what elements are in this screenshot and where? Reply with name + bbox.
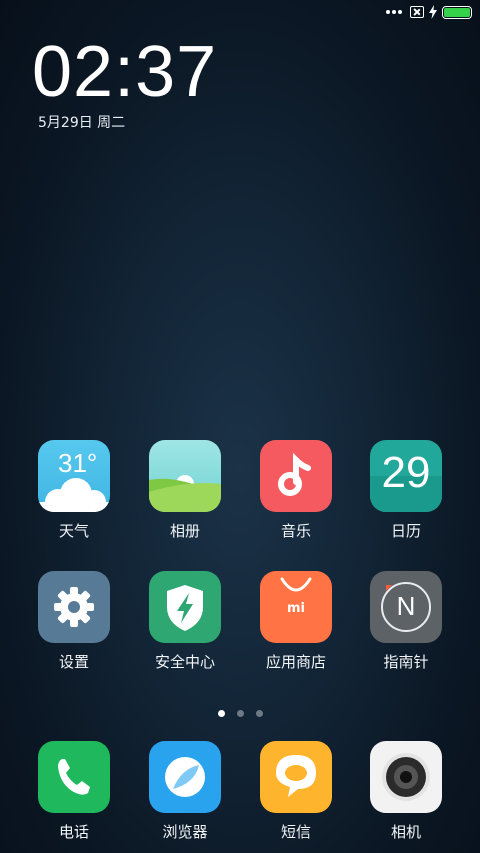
dock-browser[interactable]: 浏览器 [140, 741, 230, 842]
app-label: 相机 [390, 823, 421, 841]
calendar-icon: 29 [370, 440, 442, 512]
app-music[interactable]: 音乐 [251, 440, 341, 541]
app-label: 浏览器 [162, 823, 208, 841]
app-label: 短信 [280, 823, 311, 841]
battery-icon [442, 6, 472, 19]
music-icon [260, 440, 332, 512]
app-label: 电话 [58, 823, 89, 841]
app-label: 音乐 [280, 522, 311, 540]
phone-icon [38, 741, 110, 813]
app-store-brand: mi [286, 601, 305, 616]
gallery-icon [149, 440, 221, 512]
security-icon [149, 571, 221, 643]
compass-letter: N [396, 591, 416, 621]
browser-icon [149, 741, 221, 813]
weather-temp: 31° [58, 448, 98, 478]
app-label: 应用商店 [265, 653, 326, 671]
app-store-icon: mi [260, 571, 332, 643]
app-label: 设置 [58, 653, 89, 671]
app-calendar[interactable]: 29 日历 [361, 440, 451, 541]
page-dot[interactable] [236, 710, 244, 717]
messages-icon [260, 741, 332, 813]
app-settings[interactable]: 设置 [29, 571, 119, 672]
compass-icon: N [370, 571, 442, 643]
app-label: 天气 [58, 522, 89, 540]
clock-date[interactable]: 5月29日 周二 [38, 112, 125, 132]
dock-phone[interactable]: 电话 [29, 741, 119, 842]
app-label: 相册 [169, 522, 200, 540]
app-security[interactable]: 安全中心 [140, 571, 230, 672]
more-notifications-icon [386, 10, 402, 16]
app-store[interactable]: mi 应用商店 [251, 571, 341, 672]
page-indicator[interactable] [0, 702, 480, 717]
dock-camera[interactable]: 相机 [361, 741, 451, 842]
weather-icon: 31° [38, 440, 110, 512]
settings-icon [38, 571, 110, 643]
app-label: 日历 [390, 522, 421, 540]
app-gallery[interactable]: 相册 [140, 440, 230, 541]
dock-messages[interactable]: 短信 [251, 741, 341, 842]
page-dot[interactable] [255, 710, 263, 717]
camera-icon [370, 741, 442, 813]
app-compass[interactable]: N 指南针 [361, 571, 451, 672]
calendar-day: 29 [381, 448, 431, 497]
page-dot[interactable] [217, 710, 225, 717]
app-weather[interactable]: 31° 天气 [29, 440, 119, 541]
app-label: 指南针 [383, 653, 429, 671]
no-sim-icon [410, 6, 424, 18]
status-bar [0, 0, 480, 28]
charging-bolt-icon [429, 5, 437, 19]
clock-time[interactable]: 02:37 [32, 30, 217, 114]
app-label: 安全中心 [154, 653, 215, 671]
